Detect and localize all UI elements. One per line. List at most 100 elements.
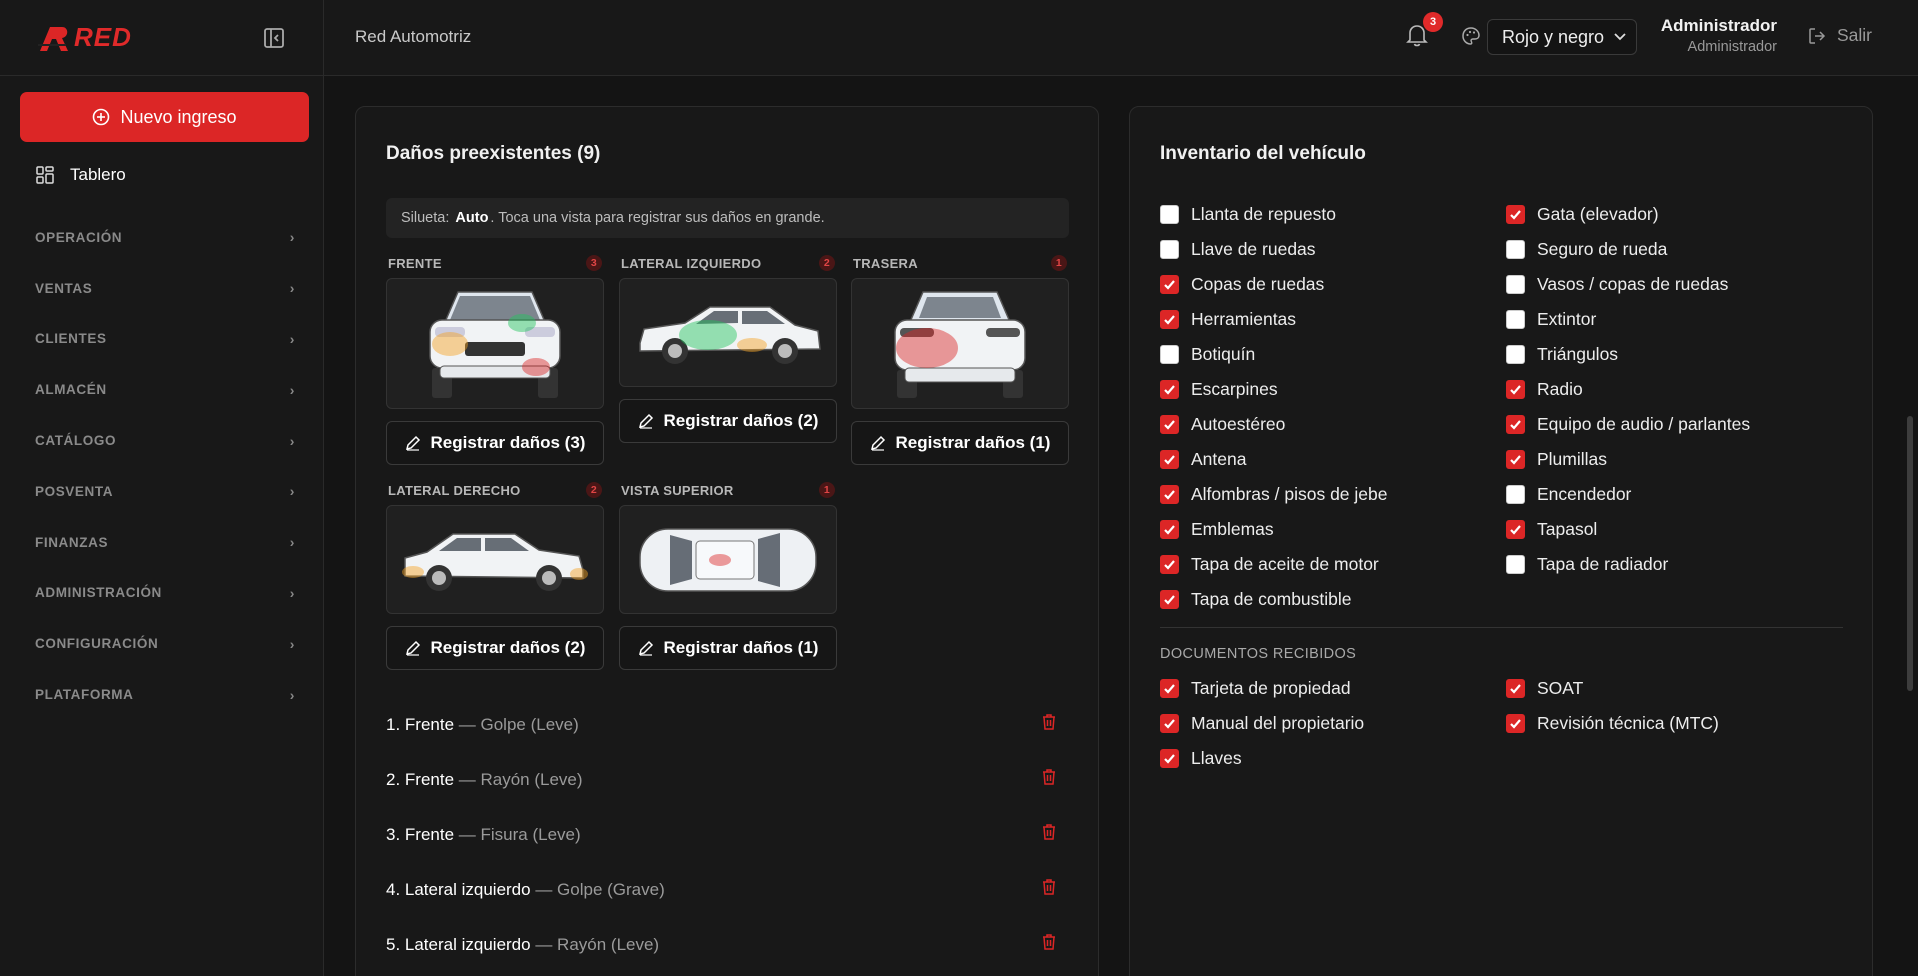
logout-button[interactable]: Salir [1807, 25, 1872, 46]
checkbox-row[interactable]: Tapa de radiador [1506, 547, 1750, 582]
right-side-car-image[interactable] [386, 505, 604, 614]
checkbox-checked[interactable] [1160, 714, 1179, 733]
sidebar-item-dashboard[interactable]: Tablero [36, 165, 126, 185]
checkbox-row[interactable]: Revisión técnica (MTC) [1506, 706, 1719, 741]
checkbox-unchecked[interactable] [1506, 485, 1525, 504]
brand-logo[interactable]: RED [36, 22, 132, 53]
sidebar-collapse-button[interactable] [261, 25, 287, 51]
sidebar-group-posventa[interactable]: POSVENTA › [35, 466, 295, 517]
checkbox-checked[interactable] [1160, 485, 1179, 504]
checkbox-checked[interactable] [1160, 520, 1179, 539]
checkbox-checked[interactable] [1506, 679, 1525, 698]
checkbox-row[interactable]: Extintor [1506, 302, 1750, 337]
sidebar-group-ventas[interactable]: VENTAS › [35, 263, 295, 314]
checkbox-checked[interactable] [1506, 415, 1525, 434]
trash-icon [1043, 824, 1055, 840]
checkbox-checked[interactable] [1506, 520, 1525, 539]
delete-damage-button[interactable] [1041, 823, 1057, 846]
sidebar-group-operacion[interactable]: OPERACIÓN › [35, 212, 295, 263]
delete-damage-button[interactable] [1041, 878, 1057, 901]
checkbox-unchecked[interactable] [1160, 205, 1179, 224]
checkbox-checked[interactable] [1160, 450, 1179, 469]
register-damage-right-button[interactable]: Registrar daños (2) [386, 626, 604, 670]
checkbox-row[interactable]: Triángulos [1506, 337, 1750, 372]
checkbox-row[interactable]: Copas de ruedas [1160, 267, 1388, 302]
sidebar-group-configuracion[interactable]: CONFIGURACIÓN › [35, 618, 295, 669]
checkbox-checked[interactable] [1160, 415, 1179, 434]
page-scrollbar[interactable] [1902, 76, 1918, 976]
checkbox-row[interactable]: Herramientas [1160, 302, 1388, 337]
checkbox-row[interactable]: Gata (elevador) [1506, 197, 1750, 232]
list-item: 4. Lateral izquierdo — Golpe (Grave) [386, 862, 1069, 917]
checkbox-label: Seguro de rueda [1537, 239, 1668, 259]
checkbox-unchecked[interactable] [1506, 555, 1525, 574]
checkbox-row[interactable]: Escarpines [1160, 372, 1388, 407]
checkbox-unchecked[interactable] [1506, 275, 1525, 294]
checkbox-label: Autoestéreo [1191, 414, 1286, 434]
checkbox-checked[interactable] [1160, 679, 1179, 698]
checkbox-row[interactable]: Encendedor [1506, 477, 1750, 512]
checkbox-checked[interactable] [1160, 275, 1179, 294]
checkbox-unchecked[interactable] [1160, 240, 1179, 259]
checkbox-row[interactable]: Emblemas [1160, 512, 1388, 547]
checkbox-unchecked[interactable] [1160, 345, 1179, 364]
delete-damage-button[interactable] [1041, 713, 1057, 736]
checkbox-row[interactable]: Antena [1160, 442, 1388, 477]
left-side-car-image[interactable] [619, 278, 837, 387]
checkbox-row[interactable]: SOAT [1506, 671, 1719, 706]
checkbox-row[interactable]: Llave de ruedas [1160, 232, 1388, 267]
checkbox-checked[interactable] [1506, 205, 1525, 224]
checkbox-row[interactable]: Tapa de aceite de motor [1160, 547, 1388, 582]
delete-damage-button[interactable] [1041, 933, 1057, 956]
user-menu[interactable]: Administrador Administrador [1657, 16, 1777, 55]
checkbox-checked[interactable] [1506, 714, 1525, 733]
checkbox-unchecked[interactable] [1506, 310, 1525, 329]
register-damage-rear-button[interactable]: Registrar daños (1) [851, 421, 1069, 465]
checkbox-row[interactable]: Seguro de rueda [1506, 232, 1750, 267]
sidebar-group-plataforma[interactable]: PLATAFORMA › [35, 669, 295, 720]
checkbox-row[interactable]: Plumillas [1506, 442, 1750, 477]
checkbox-row[interactable]: Tapasol [1506, 512, 1750, 547]
register-damage-top-button[interactable]: Registrar daños (1) [619, 626, 837, 670]
top-car-image[interactable] [619, 505, 837, 614]
checkbox-row[interactable]: Botiquín [1160, 337, 1388, 372]
scrollbar-thumb[interactable] [1907, 416, 1913, 691]
sidebar-group-catalogo[interactable]: CATÁLOGO › [35, 415, 295, 466]
checkbox-row[interactable]: Tarjeta de propiedad [1160, 671, 1364, 706]
sidebar-group-almacen[interactable]: ALMACÉN › [35, 364, 295, 415]
checkbox-unchecked[interactable] [1506, 240, 1525, 259]
checkbox-label: Llave de ruedas [1191, 239, 1316, 259]
register-damage-front-button[interactable]: Registrar daños (3) [386, 421, 604, 465]
rear-car-image[interactable] [851, 278, 1069, 409]
front-car-image[interactable] [386, 278, 604, 409]
checkbox-row[interactable]: Tapa de combustible [1160, 582, 1388, 617]
theme-select[interactable]: Rojo y negro [1487, 19, 1637, 55]
checkbox-row[interactable]: Manual del propietario [1160, 706, 1364, 741]
checkbox-row[interactable]: Vasos / copas de ruedas [1506, 267, 1750, 302]
checkbox-row[interactable]: Radio [1506, 372, 1750, 407]
checkbox-checked[interactable] [1160, 590, 1179, 609]
register-damage-left-button[interactable]: Registrar daños (2) [619, 399, 837, 443]
sidebar-group-label: PLATAFORMA [35, 687, 134, 703]
sidebar-group-administracion[interactable]: ADMINISTRACIÓN › [35, 568, 295, 619]
delete-damage-button[interactable] [1041, 768, 1057, 791]
checkbox-row[interactable]: Autoestéreo [1160, 407, 1388, 442]
view-damage-count: 1 [819, 482, 835, 498]
checkbox-checked[interactable] [1160, 555, 1179, 574]
checkbox-row[interactable]: Llanta de repuesto [1160, 197, 1388, 232]
sidebar-group-finanzas[interactable]: FINANZAS › [35, 517, 295, 568]
checkbox-checked[interactable] [1506, 450, 1525, 469]
new-entry-button[interactable]: Nuevo ingreso [20, 92, 309, 142]
checkbox-unchecked[interactable] [1506, 345, 1525, 364]
checkbox-checked[interactable] [1160, 380, 1179, 399]
sidebar-group-clientes[interactable]: CLIENTES › [35, 314, 295, 365]
view-front: FRENTE 3 Registrar daños (3) [386, 254, 604, 465]
checkbox-row[interactable]: Alfombras / pisos de jebe [1160, 477, 1388, 512]
checkbox-row[interactable]: Equipo de audio / parlantes [1506, 407, 1750, 442]
checkbox-checked[interactable] [1506, 380, 1525, 399]
checkbox-label: Emblemas [1191, 519, 1274, 539]
checkbox-checked[interactable] [1160, 749, 1179, 768]
checkbox-checked[interactable] [1160, 310, 1179, 329]
checkbox-row[interactable]: Llaves [1160, 741, 1364, 776]
damage-location: 1. Frente [386, 714, 455, 734]
